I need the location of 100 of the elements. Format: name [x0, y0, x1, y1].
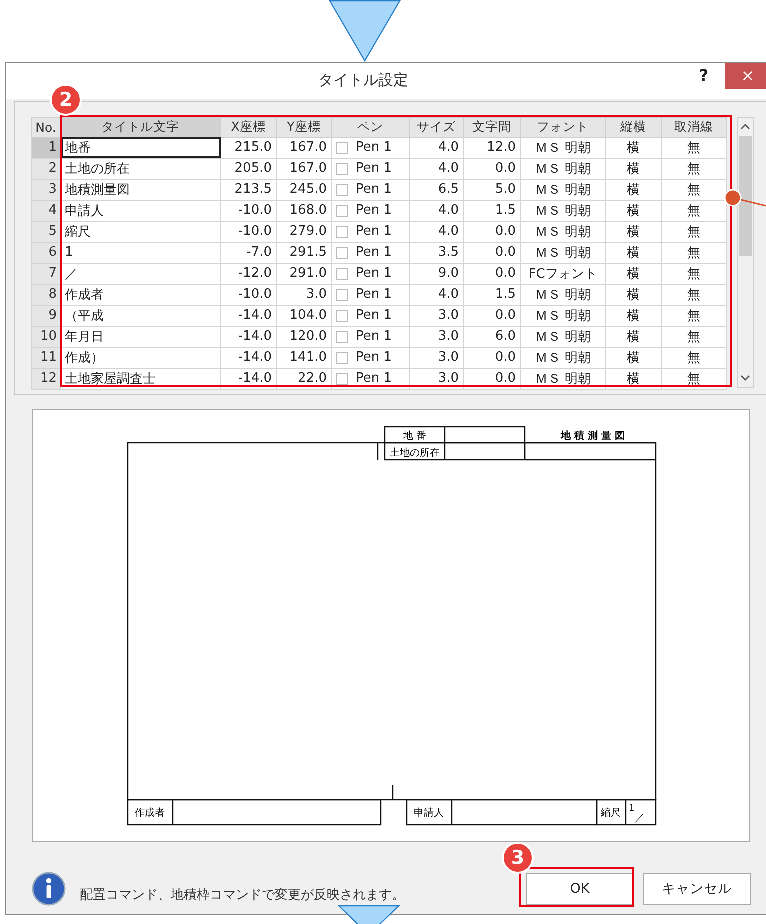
row-header[interactable]: 4 [32, 200, 60, 222]
table-cell: Pen 1 [356, 182, 392, 198]
column-header[interactable]: 縦横 [606, 117, 662, 138]
table-cell: 地積測量図 [60, 179, 220, 200]
table-cell: 12.0 [464, 137, 520, 158]
checkbox[interactable] [336, 184, 348, 196]
table-cell: 4.0 [410, 221, 464, 242]
table-cell: Pen 1 [356, 203, 392, 218]
table-cell: 22.0 [276, 368, 332, 390]
checkbox[interactable] [336, 226, 348, 238]
table-cell: -10.0 [220, 284, 276, 306]
table-cell: 作成） [60, 347, 220, 368]
table-cell: 申請人 [60, 200, 220, 222]
column-header[interactable]: ペン [332, 117, 410, 138]
status-message: 配置コマンド、地積枠コマンドで変更が反映されます。 [80, 886, 406, 904]
table-cell: 3.0 [410, 368, 464, 390]
row-header[interactable]: 6 [32, 242, 60, 264]
table-cell: 215.0 [220, 137, 276, 158]
table-cell: 無 [662, 326, 726, 348]
checkbox[interactable] [336, 310, 348, 322]
table-cell: （平成 [60, 305, 220, 326]
checkbox[interactable] [336, 246, 348, 259]
caret-up-icon[interactable] [741, 124, 750, 130]
table-cell: -10.0 [220, 221, 276, 242]
table-cell: 1.5 [464, 200, 520, 222]
close-button[interactable]: × [725, 62, 766, 89]
table-cell: -12.0 [220, 263, 276, 284]
table-cell: 279.0 [276, 221, 332, 242]
table-cell: 0.0 [464, 242, 520, 264]
table-cell: 168.0 [276, 200, 332, 222]
row-header[interactable]: 8 [32, 284, 60, 306]
row-header[interactable]: 10 [32, 326, 60, 348]
table-cell: 0.0 [464, 305, 520, 326]
table-cell: Pen 1 [356, 140, 392, 156]
cancel-button[interactable]: キャンセル [643, 873, 751, 906]
table-cell: 0.0 [464, 347, 520, 368]
table-cell: Pen 1 [356, 245, 392, 260]
table-cell: 4.0 [410, 284, 464, 306]
table-cell: 年月日 [60, 326, 220, 348]
row-header[interactable]: 5 [32, 221, 60, 242]
table-cell: Pen 1 [356, 224, 392, 240]
table-cell: 141.0 [276, 347, 332, 368]
table-cell: 横 [606, 242, 662, 264]
checkbox[interactable] [336, 204, 348, 217]
label-text: 作成者 [135, 808, 165, 819]
column-header[interactable]: 取消線 [662, 117, 726, 138]
row-header[interactable]: 2 [32, 158, 60, 180]
table-cell: 土地家屋調査士 [60, 368, 220, 390]
table-cell: 291.5 [276, 242, 332, 264]
table-cell: 1 [60, 242, 220, 264]
checkbox[interactable] [336, 352, 348, 364]
row-header[interactable]: 7 [32, 263, 60, 284]
table-cell: 横 [606, 221, 662, 242]
row-header[interactable]: 3 [32, 179, 60, 200]
checkbox[interactable] [336, 142, 348, 154]
table-cell: -14.0 [220, 305, 276, 326]
table-cell: 3.0 [410, 347, 464, 368]
table-cell: 3.0 [410, 305, 464, 326]
down-arrow-icon [338, 905, 400, 924]
checkbox[interactable] [336, 330, 348, 343]
table-cell: 104.0 [276, 305, 332, 326]
ok-button[interactable]: OK [526, 873, 634, 906]
column-header[interactable]: No. [32, 117, 60, 138]
table-cell: 4.0 [410, 137, 464, 158]
table-cell: 横 [606, 158, 662, 180]
label-text: 縮尺 [601, 808, 621, 819]
checkbox[interactable] [336, 268, 348, 280]
sheet-title: 地 積 測 量 図 [561, 430, 625, 442]
table-cell: ＭＳ 明朝 [520, 284, 606, 306]
row-header[interactable]: 9 [32, 305, 60, 326]
table-cell: 6.0 [464, 326, 520, 348]
scale-slash: ／ [635, 812, 645, 824]
table-cell: ＭＳ 明朝 [520, 179, 606, 200]
column-header[interactable]: タイトル文字 [60, 117, 220, 138]
table-cell: 作成者 [60, 284, 220, 306]
table-cell: 9.0 [410, 263, 464, 284]
checkbox[interactable] [336, 162, 348, 175]
checkbox[interactable] [336, 288, 348, 301]
table-cell: 無 [662, 368, 726, 390]
table-cell: 120.0 [276, 326, 332, 348]
row-header[interactable]: 11 [32, 347, 60, 368]
row-header[interactable]: 12 [32, 368, 60, 390]
table-cell: 横 [606, 305, 662, 326]
help-button[interactable]: ? [691, 62, 717, 89]
column-header[interactable]: X座標 [220, 117, 276, 138]
table-cell: 205.0 [220, 158, 276, 180]
column-header[interactable]: フォント [520, 117, 606, 138]
table-cell: 0.0 [464, 221, 520, 242]
table-cell: 無 [662, 221, 726, 242]
column-header[interactable]: 文字間 [464, 117, 520, 138]
table-cell: ＭＳ 明朝 [520, 305, 606, 326]
table-cell: 3.0 [410, 326, 464, 348]
checkbox[interactable] [336, 372, 348, 385]
table-cell: 横 [606, 200, 662, 222]
scrollbar[interactable] [737, 116, 754, 388]
window-title: タイトル設定 [318, 71, 410, 90]
column-header[interactable]: サイズ [410, 117, 464, 138]
caret-down-icon[interactable] [741, 374, 750, 381]
column-header[interactable]: Y座標 [276, 117, 332, 138]
row-header[interactable]: 1 [32, 137, 60, 158]
